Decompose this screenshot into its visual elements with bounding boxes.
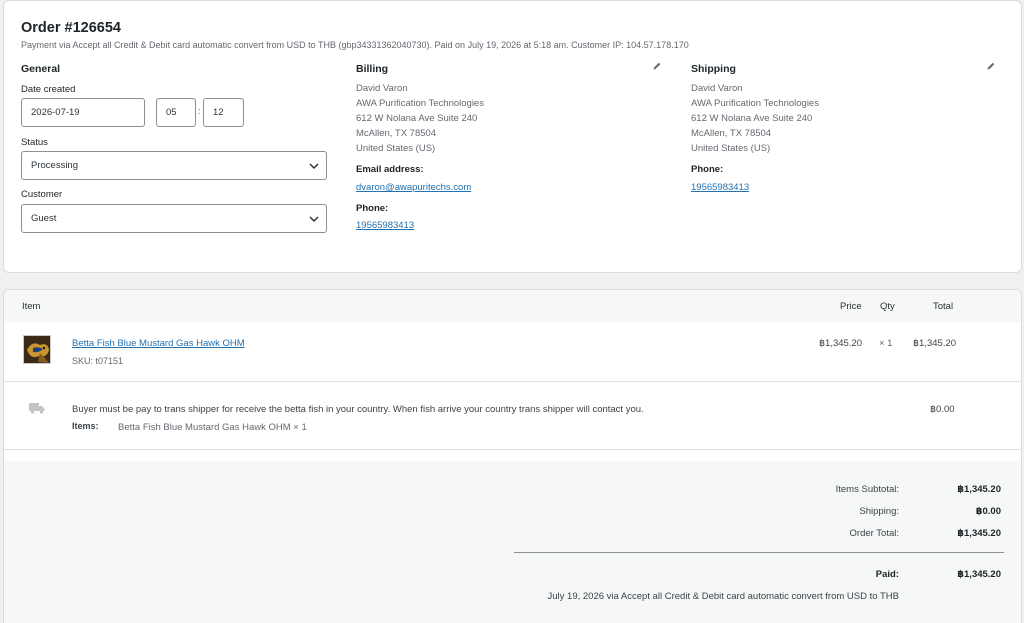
shipping-total-label: Shipping: xyxy=(859,506,899,517)
paid-label: Paid: xyxy=(875,569,899,580)
status-select[interactable]: Processing xyxy=(21,151,327,180)
date-created-value: 2026-07-19 xyxy=(31,107,80,118)
billing-heading: Billing xyxy=(356,63,389,75)
item-column-header[interactable]: Item xyxy=(22,301,40,312)
product-thumbnail[interactable] xyxy=(23,335,51,364)
shipping-city: McAllen, TX 78504 xyxy=(691,128,772,139)
totals-divider xyxy=(514,552,1004,553)
customer-label: Customer xyxy=(21,189,63,200)
shipping-items-value: Betta Fish Blue Mustard Gas Hawk OHM × 1 xyxy=(118,422,307,433)
product-name-link[interactable]: Betta Fish Blue Mustard Gas Hawk OHM xyxy=(72,338,245,349)
betta-fish-image xyxy=(24,336,50,363)
shipping-phone-link[interactable]: 19565983413 xyxy=(691,182,749,193)
pencil-icon[interactable] xyxy=(652,61,662,71)
billing-email-link[interactable]: dvaron@awapuritechs.com xyxy=(356,182,471,193)
billing-country: United States (US) xyxy=(356,143,436,154)
billing-name: David Varon xyxy=(356,83,408,94)
date-created-input[interactable]: 2026-07-19 xyxy=(21,98,145,127)
billing-phone-link[interactable]: 19565983413 xyxy=(356,220,414,231)
price-column-header[interactable]: Price xyxy=(840,301,862,312)
paid-method-note: July 19, 2026 via Accept all Credit & De… xyxy=(547,591,899,602)
minute-value: 12 xyxy=(213,107,224,118)
customer-select[interactable]: Guest xyxy=(21,204,327,233)
qty-column-header[interactable]: Qty xyxy=(880,301,895,312)
status-value: Processing xyxy=(31,160,78,171)
billing-company: AWA Purification Technologies xyxy=(356,98,484,109)
items-table-header xyxy=(4,290,1021,322)
time-separator: : xyxy=(198,106,201,117)
shipping-address: David Varon AWA Purification Technologie… xyxy=(691,81,819,156)
shipping-street: 612 W Nolana Ave Suite 240 xyxy=(691,113,813,124)
row-divider xyxy=(4,449,1021,450)
order-total-label: Order Total: xyxy=(849,528,899,539)
billing-phone-label: Phone: xyxy=(356,203,389,214)
hour-value: 05 xyxy=(166,107,177,118)
item-price: ฿1,345.20 xyxy=(819,338,863,349)
truck-icon xyxy=(29,403,45,414)
hour-input[interactable]: 05 xyxy=(156,98,196,127)
order-total-value: ฿1,345.20 xyxy=(957,528,1001,539)
status-label: Status xyxy=(21,137,48,148)
minute-input[interactable]: 12 xyxy=(203,98,244,127)
order-title: Order #126654 xyxy=(21,20,121,36)
paid-value: ฿1,345.20 xyxy=(957,569,1001,580)
product-sku: SKU: t07151 xyxy=(72,356,124,366)
general-heading: General xyxy=(21,63,61,75)
pencil-icon[interactable] xyxy=(986,61,996,71)
billing-address: David Varon AWA Purification Technologie… xyxy=(356,81,484,156)
billing-street: 612 W Nolana Ave Suite 240 xyxy=(356,113,478,124)
item-total: ฿1,345.20 xyxy=(913,338,957,349)
billing-email-label: Email address: xyxy=(356,164,424,175)
order-details-panel: Order #126654 Payment via Accept all Cre… xyxy=(3,0,1022,273)
shipping-name: David Varon xyxy=(691,83,743,94)
billing-city: McAllen, TX 78504 xyxy=(356,128,437,139)
items-subtotal-value: ฿1,345.20 xyxy=(957,484,1001,495)
chevron-down-icon xyxy=(309,162,319,169)
items-subtotal-label: Items Subtotal: xyxy=(835,484,899,495)
chevron-down-icon xyxy=(309,215,319,222)
customer-value: Guest xyxy=(31,213,57,224)
shipping-phone-label: Phone: xyxy=(691,164,724,175)
shipping-items-label: Items: xyxy=(72,421,99,431)
shipping-company: AWA Purification Technologies xyxy=(691,98,819,109)
order-payment-summary: Payment via Accept all Credit & Debit ca… xyxy=(21,40,689,50)
order-items-panel: Item Price Qty Total Betta Fish Blue Mus… xyxy=(3,289,1022,623)
shipping-total-value: ฿0.00 xyxy=(975,506,1001,517)
shipping-method-note: Buyer must be pay to trans shipper for r… xyxy=(72,404,644,415)
row-divider xyxy=(4,381,1021,382)
date-created-label: Date created xyxy=(21,84,76,95)
item-qty: × 1 xyxy=(879,338,893,349)
shipping-country: United States (US) xyxy=(691,143,771,154)
total-column-header[interactable]: Total xyxy=(933,301,953,312)
shipping-heading: Shipping xyxy=(691,63,736,75)
shipping-line-cost: ฿0.00 xyxy=(930,404,955,415)
